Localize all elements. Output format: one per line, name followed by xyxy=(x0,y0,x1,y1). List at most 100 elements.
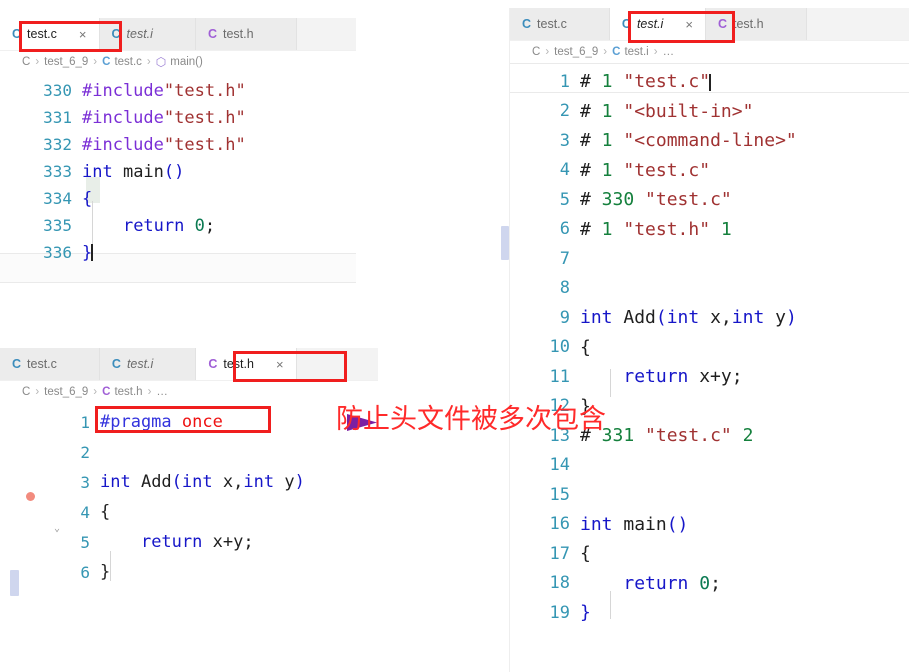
code-token: 2 xyxy=(731,425,754,447)
breadcrumb-symbol[interactable]: … xyxy=(156,386,168,398)
code-area-testi[interactable]: 1 # 1 "test.c" 2 # 1 "<built-in>" 3 # 1 "<com… xyxy=(510,63,909,667)
code-area-testc[interactable]: 330 #include"test.h" 331 #include"test.h" 33… xyxy=(0,73,356,293)
code-token: 330 xyxy=(590,189,635,211)
line-number: 14 xyxy=(549,455,570,476)
code-line-text: #include"test.h" xyxy=(72,108,356,128)
breadcrumb-root[interactable]: C xyxy=(22,56,30,68)
breadcrumb-folder[interactable]: test_6_9 xyxy=(44,56,88,68)
breadcrumb-separator[interactable]: › xyxy=(147,56,151,68)
code-token: y xyxy=(775,307,786,329)
tab-test-h[interactable]: Ctest.h × xyxy=(196,348,297,380)
code-token: ; xyxy=(710,572,721,594)
line-number: 7 xyxy=(559,248,570,269)
code-token: int xyxy=(580,307,624,329)
code-line-text: { xyxy=(570,543,909,564)
code-line: 9 int Add(int x,int y) xyxy=(510,303,909,333)
line-number: 4 xyxy=(559,160,570,181)
line-number: 1 xyxy=(559,71,570,92)
code-token: "test.h" xyxy=(163,134,246,155)
code-token: int xyxy=(243,472,285,492)
code-line-text: int main() xyxy=(570,514,909,535)
code-token: "<built-in>" xyxy=(623,100,754,122)
breadcrumb-testi: C › test_6_9 › Ctest.i › … xyxy=(510,41,909,63)
tab-test-i[interactable]: Ctest.i xyxy=(99,18,196,50)
close-icon[interactable]: × xyxy=(685,18,693,31)
code-line: 334 { xyxy=(0,185,356,212)
breadcrumb-separator[interactable]: › xyxy=(603,46,607,58)
code-line: 336} xyxy=(0,239,356,266)
line-number: 6 xyxy=(559,219,570,240)
code-line-text: { xyxy=(72,189,356,209)
tab-test-i[interactable]: Ctest.i × xyxy=(609,8,706,40)
tab-test-c[interactable]: Ctest.c xyxy=(510,8,610,40)
tab-label: test.i xyxy=(126,26,153,41)
breadcrumb-folder[interactable]: test_6_9 xyxy=(44,386,88,398)
breadcrumb-symbol[interactable]: main() xyxy=(170,56,203,68)
code-token: # xyxy=(580,189,591,211)
line-number: 5 xyxy=(559,189,570,210)
breadcrumb-separator[interactable]: › xyxy=(148,386,152,398)
breadcrumb-separator[interactable]: › xyxy=(654,46,658,58)
breadcrumb-file-icon[interactable]: C xyxy=(612,46,620,58)
breadcrumb-symbol[interactable]: … xyxy=(663,46,675,58)
editor-panel-testi: Ctest.c Ctest.i × Ctest.h C › test_6_9 › Ctest.… xyxy=(501,8,909,672)
breadcrumb-file-icon[interactable]: C xyxy=(102,386,110,398)
code-token: "test.c" xyxy=(645,425,732,447)
line-number: 10 xyxy=(549,337,570,358)
breadcrumb-root[interactable]: C xyxy=(22,386,30,398)
tab-test-h[interactable]: Ctest.h xyxy=(195,18,297,50)
code-token: x, xyxy=(710,307,732,329)
tab-label: test.i xyxy=(126,356,154,371)
code-token: x+y; xyxy=(212,532,254,552)
breadcrumb-file-icon[interactable]: C xyxy=(102,56,110,68)
code-token: { xyxy=(100,502,111,522)
text-caret xyxy=(91,244,93,261)
line-number: 1 xyxy=(80,412,90,432)
close-icon[interactable]: × xyxy=(276,358,284,371)
code-line-text: # 330 "test.c" xyxy=(570,189,909,210)
tab-label: test.h xyxy=(732,16,764,31)
symbol-icon[interactable]: ⬡ xyxy=(156,55,166,69)
line-number: 5 xyxy=(80,532,90,552)
code-line: 17 { xyxy=(510,539,909,569)
breadcrumb-file[interactable]: test.c xyxy=(114,56,141,68)
breadcrumb-separator[interactable]: › xyxy=(35,386,39,398)
code-line: 2 # 1 "<built-in>" xyxy=(510,97,909,127)
code-line: 6 # 1 "test.h" 1 xyxy=(510,215,909,245)
text-caret xyxy=(709,73,711,91)
code-token: () xyxy=(666,513,689,535)
breadcrumb-separator[interactable]: › xyxy=(35,56,39,68)
breadcrumb-separator[interactable]: › xyxy=(93,386,97,398)
line-number: 8 xyxy=(559,278,570,299)
breadcrumb-separator[interactable]: › xyxy=(545,46,549,58)
tab-test-i[interactable]: Ctest.i xyxy=(99,348,197,380)
line-number: 19 xyxy=(549,602,570,623)
code-token: "test.c" xyxy=(623,159,711,181)
code-line: 11 return x+y; xyxy=(510,362,909,392)
breadcrumb-folder[interactable]: test_6_9 xyxy=(554,46,598,58)
tab-test-c[interactable]: Ctest.c × xyxy=(0,18,100,50)
c-file-icon: C xyxy=(522,16,532,31)
code-line-text: int main() xyxy=(72,162,356,182)
breadcrumb-file[interactable]: test.h xyxy=(114,386,142,398)
breadcrumb-root[interactable]: C xyxy=(532,46,540,58)
code-line-text: # 1 "test.h" 1 xyxy=(570,219,909,240)
close-icon[interactable]: × xyxy=(79,28,87,41)
breadcrumb-file[interactable]: test.i xyxy=(624,46,648,58)
breadcrumb-separator[interactable]: › xyxy=(93,56,97,68)
code-token: # xyxy=(580,130,591,152)
code-line-text: return x+y; xyxy=(90,532,378,552)
code-token: { xyxy=(580,336,591,358)
tab-test-h[interactable]: Ctest.h xyxy=(705,8,807,40)
code-line: 333 int main() xyxy=(0,158,356,185)
overview-ruler-marker xyxy=(501,226,509,260)
code-token: { xyxy=(82,188,93,209)
tab-test-c[interactable]: Ctest.c xyxy=(0,348,100,380)
code-line: 7 xyxy=(510,244,909,274)
tabbar-testc: Ctest.c × Ctest.i Ctest.h xyxy=(0,18,356,51)
code-token: #pragma xyxy=(100,412,182,432)
